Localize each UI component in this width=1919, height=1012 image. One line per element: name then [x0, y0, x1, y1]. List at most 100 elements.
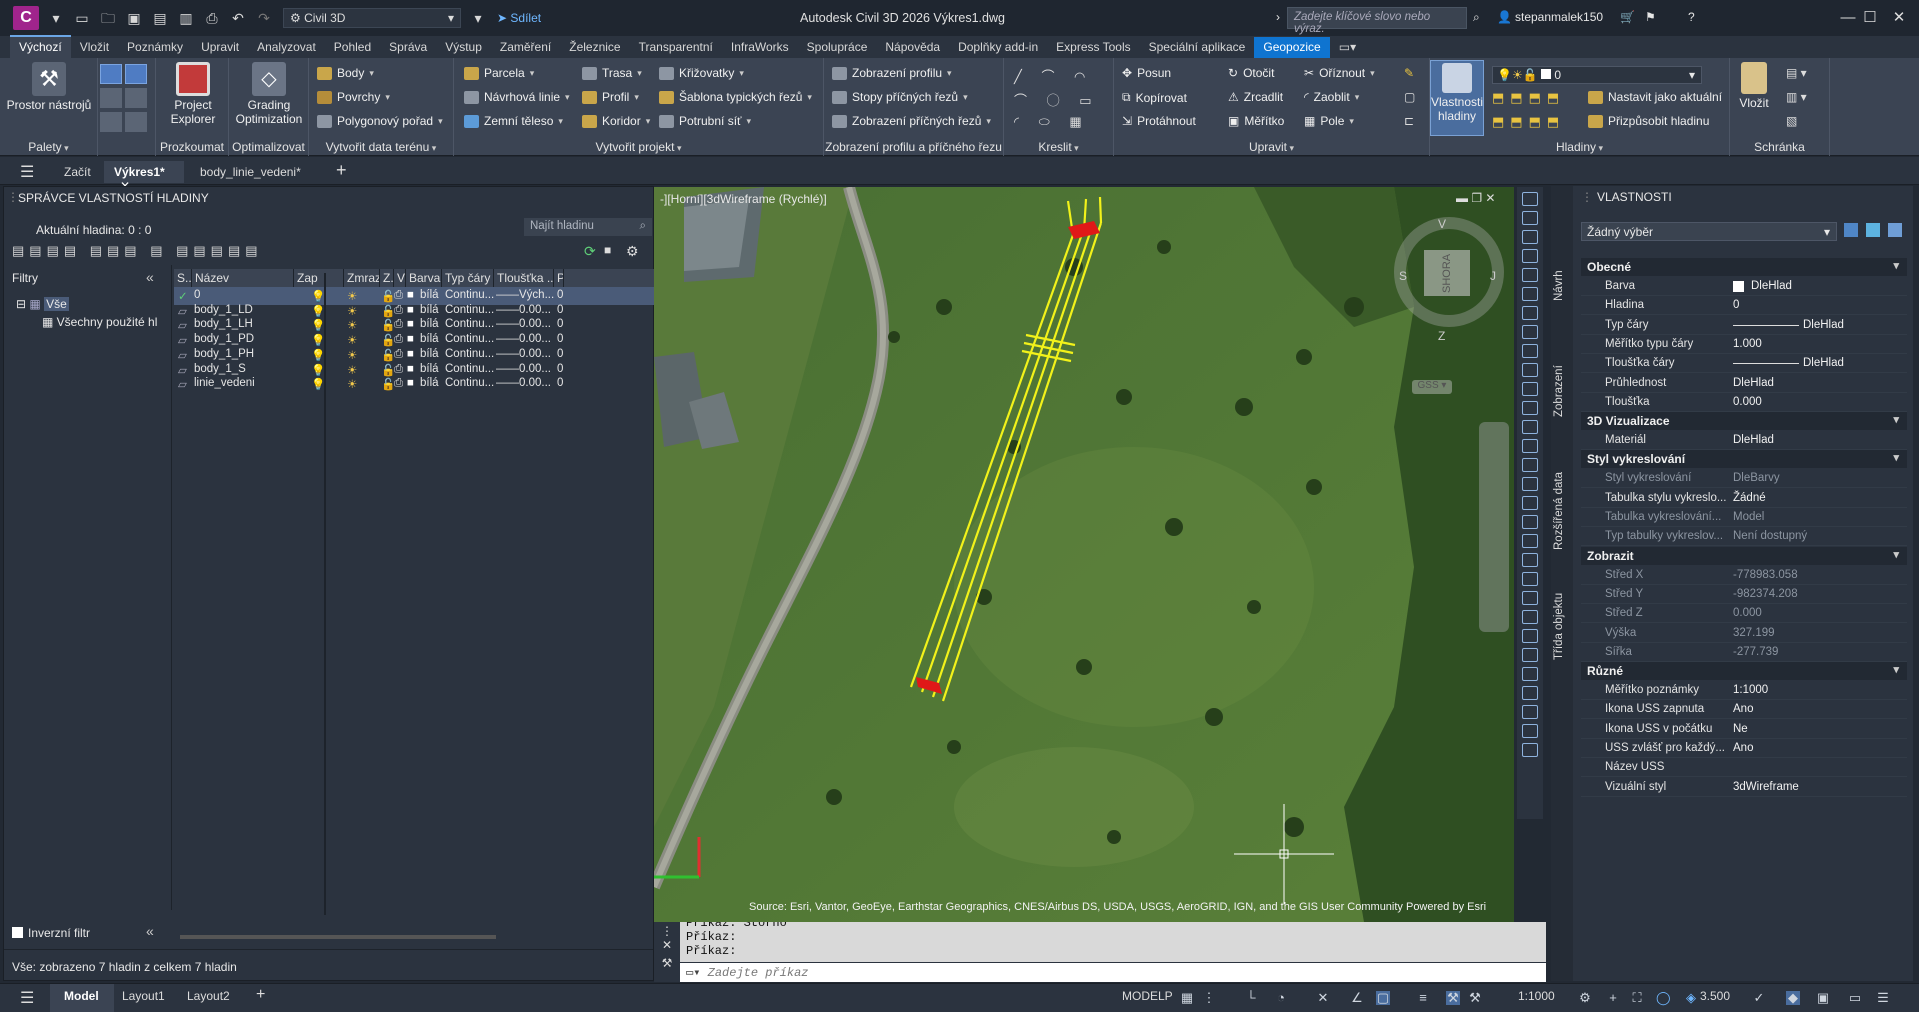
prospector-icon[interactable]	[100, 64, 122, 84]
hamburger-icon[interactable]: ☰	[20, 162, 34, 182]
ribbon-tab[interactable]: Železnice	[560, 37, 629, 58]
explode-icon[interactable]: ▢	[1404, 90, 1415, 104]
featureline-button[interactable]: Návrhová linie	[464, 90, 570, 104]
scale-button[interactable]: ▣ Měřítko	[1228, 114, 1284, 128]
polar-icon[interactable]: ◔	[1274, 991, 1288, 1005]
help-icon[interactable]: ?	[1688, 10, 1695, 24]
grip-icon[interactable]: ⋮	[1581, 190, 1593, 204]
navigation-bar[interactable]	[1479, 422, 1509, 632]
settings-icon[interactable]	[125, 64, 147, 84]
close-icon[interactable]: ✕	[654, 938, 680, 952]
profil-button[interactable]: Profil	[582, 90, 639, 104]
panel-title[interactable]: Hladiny	[1430, 140, 1729, 154]
workspace-select[interactable]: ⚙ Civil 3D ▾	[283, 8, 461, 28]
share-button[interactable]: ➤ Sdílet	[497, 11, 541, 25]
ribbon-tab[interactable]: Upravit	[192, 37, 248, 58]
property-row[interactable]: Průhlednost DleHlad	[1581, 374, 1907, 393]
property-section-header[interactable]: Různé	[1581, 662, 1907, 681]
layer-row[interactable]: ▱ linie_vedeni 💡 ☀ 🔓 ⎙ ■ bílá Continu... —— 0.00..…	[174, 375, 655, 393]
property-section-header[interactable]: 3D Vizualizace	[1581, 412, 1907, 431]
grip-icon[interactable]: ⋮	[654, 924, 680, 938]
match-prop-icon[interactable]: ▧	[1786, 114, 1797, 128]
column-header[interactable]: S..	[174, 269, 192, 287]
ribbon-tab[interactable]: Express Tools	[1047, 37, 1139, 58]
povrchy-button[interactable]: Povrchy	[317, 90, 390, 104]
property-section-header[interactable]: Obecné	[1581, 258, 1907, 276]
ucs-menu[interactable]: GSS ▾	[1412, 380, 1452, 394]
assembly-button[interactable]: Šablona typických řezů	[659, 90, 812, 104]
tab-trida-objektu[interactable]: Třída objektu	[1553, 576, 1571, 676]
grip-icon[interactable]: ⋮	[7, 190, 19, 204]
settings-gear-icon[interactable]: ⚙	[626, 243, 639, 260]
help-search-input[interactable]: Zadejte klíčové slovo nebo výraz.	[1287, 7, 1467, 35]
mirror-button[interactable]: ⚠ Zrcadlit	[1228, 90, 1283, 104]
user-name[interactable]: stepanmalek150	[1515, 10, 1603, 24]
dynamic-ucs-icon[interactable]: ∠	[1350, 991, 1364, 1005]
osnap-tracking-icon[interactable]: ✕	[1316, 991, 1330, 1005]
toolbox-icon[interactable]	[125, 88, 147, 108]
tool-icon[interactable]	[1522, 553, 1538, 567]
refresh-icon[interactable]: ⟳	[584, 243, 596, 260]
koridor-button[interactable]: Koridor	[582, 114, 650, 128]
version-value[interactable]: 3.500	[1700, 989, 1730, 1003]
property-row[interactable]: Tloušťka čáry DleHlad	[1581, 354, 1907, 374]
move-button[interactable]: ✥ Posun	[1122, 66, 1171, 80]
viewcube-face[interactable]: SHORA	[1424, 250, 1470, 296]
ribbon-tab[interactable]: Analyzovat	[248, 37, 325, 58]
command-input[interactable]: ▭▾ Zadejte příkaz	[680, 963, 1546, 982]
traverse-button[interactable]: Polygonový pořad	[317, 114, 443, 128]
paste-button[interactable]: Vložit	[1734, 62, 1774, 110]
property-row[interactable]: Tabulka stylu vykreslo... Žádné	[1581, 489, 1907, 508]
undo-icon[interactable]: ↶	[229, 10, 247, 26]
stretch-button[interactable]: ⇲ Protáhnout	[1122, 114, 1196, 128]
property-row[interactable]: Výška 327.199	[1581, 624, 1907, 643]
filter-used[interactable]: ▦ Všechny použité hl	[42, 315, 157, 329]
annotation-scale[interactable]: 1:1000	[1518, 989, 1555, 1003]
tool-icon[interactable]	[1522, 439, 1538, 453]
osnap-icon[interactable]: ▢	[1376, 991, 1390, 1005]
tool-icon[interactable]	[1522, 743, 1538, 757]
fillet-button[interactable]: ◜ Zaoblit	[1304, 90, 1359, 104]
connect-icon[interactable]: ⚑	[1645, 10, 1656, 24]
tool-icon[interactable]	[1522, 382, 1538, 396]
ribbon-tab[interactable]: Výchozí	[10, 35, 71, 58]
customize-quick-access-icon[interactable]: ▾	[469, 10, 487, 26]
survey-icon[interactable]	[125, 112, 147, 132]
tool-icon[interactable]	[1522, 724, 1538, 738]
draw-tools-row1[interactable]: ╱ ⌒ ◠	[1014, 66, 1093, 85]
workspace-gear-icon[interactable]: ⚙	[1578, 991, 1592, 1005]
tool-icon[interactable]	[1522, 192, 1538, 206]
draw-tools-row3[interactable]: ◜ ⬭ ▦	[1014, 114, 1090, 130]
pipe-network-button[interactable]: Potrubní síť	[659, 114, 751, 128]
match-layer-button[interactable]: Přizpůsobit hladinu	[1588, 114, 1709, 128]
search-expand-icon[interactable]: ›	[1276, 10, 1280, 24]
rotate-button[interactable]: ↻ Otočit	[1228, 66, 1274, 80]
property-section-header[interactable]: Zobrazit	[1581, 546, 1907, 565]
annotation-visibility-icon[interactable]: ⚒	[1446, 991, 1460, 1005]
tool-icon[interactable]	[1522, 515, 1538, 529]
grid-icon[interactable]: ▦	[1180, 991, 1194, 1005]
plus-icon[interactable]: +	[1606, 991, 1620, 1005]
print-icon[interactable]: ⎙	[203, 10, 221, 26]
ribbon-tab[interactable]: Spolupráce	[798, 37, 877, 58]
sample-lines-button[interactable]: Stopy příčných řezů	[832, 90, 968, 104]
selection-dropdown[interactable]: Žádný výběr ▾	[1581, 222, 1837, 241]
property-row[interactable]: Název USS	[1581, 758, 1907, 778]
tab-body-linie[interactable]: body_linie_vedeni*	[190, 161, 311, 183]
offset-icon[interactable]: ⊏	[1404, 114, 1414, 128]
column-header[interactable]: Název	[192, 269, 294, 287]
auto-scale-icon[interactable]: ⚒	[1468, 991, 1482, 1005]
isolate-icon[interactable]: ◯	[1656, 991, 1671, 1005]
draw-tools-row2[interactable]: ⌒ ◯ ▭	[1014, 90, 1100, 109]
tool-icon[interactable]	[1522, 249, 1538, 263]
property-row[interactable]: Typ čáry DleHlad	[1581, 316, 1907, 335]
ribbon-tab[interactable]: Transparentní	[630, 37, 722, 58]
layer-properties-button[interactable]: Vlastnosti hladiny	[1430, 60, 1484, 136]
close-button[interactable]: ✕	[1879, 6, 1919, 30]
krizovatky-button[interactable]: Křižovatky	[659, 66, 744, 80]
property-row[interactable]: Ikona USS zapnuta Ano	[1581, 700, 1907, 720]
section-views-button[interactable]: Zobrazení příčných řezů	[832, 114, 991, 128]
ribbon-tab[interactable]: Speciální aplikace	[1140, 37, 1255, 58]
tool-icon[interactable]	[1522, 268, 1538, 282]
trasa-button[interactable]: Trasa	[582, 66, 642, 80]
